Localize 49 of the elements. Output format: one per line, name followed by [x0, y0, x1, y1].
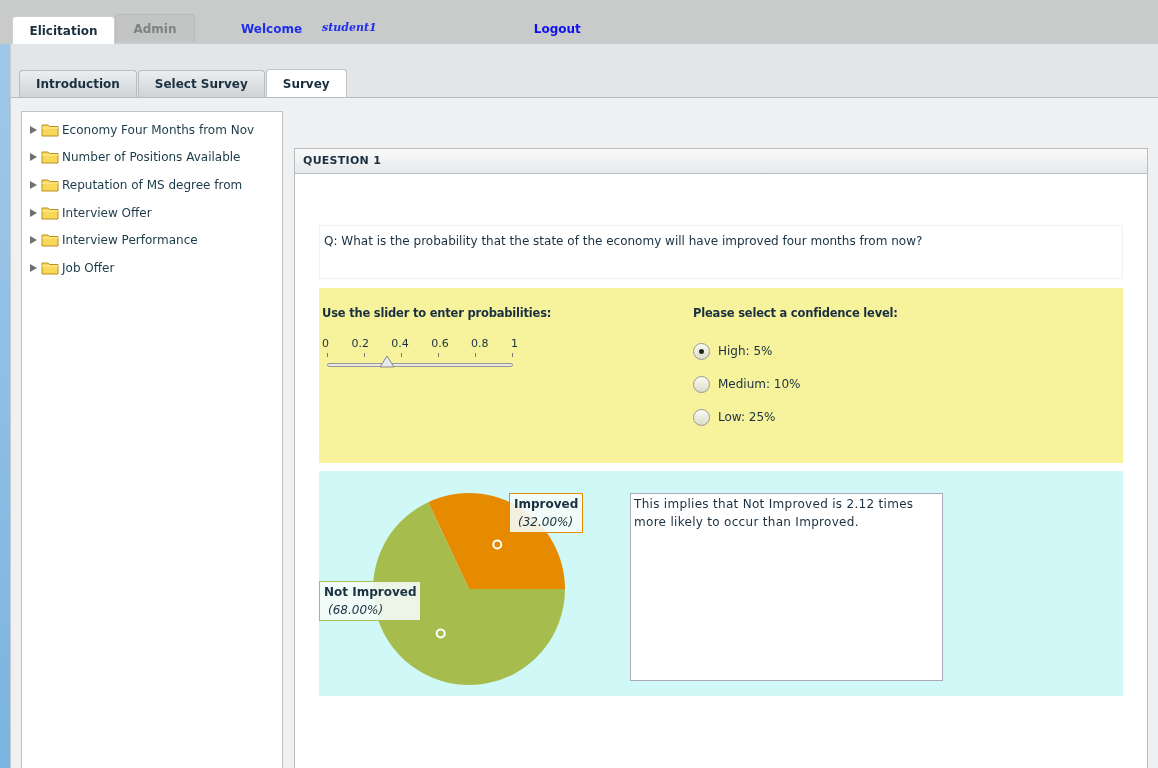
tree-item-label: Interview Performance	[62, 232, 198, 250]
explanation-field[interactable]: This implies that Not Improved is 2.12 times more likely to occur than Improved.	[630, 493, 943, 681]
radio-button[interactable]	[693, 342, 710, 360]
radio-button[interactable]	[693, 408, 710, 426]
question-title: QUESTION 1	[303, 152, 382, 169]
callout-title: Improved	[514, 496, 579, 513]
tree-item[interactable]: Job Offer	[22, 253, 282, 282]
tree-item[interactable]: Interview Performance	[22, 226, 282, 254]
slider-label: Use the slider to enter probabilities:	[322, 305, 553, 322]
tick-label: 1	[510, 336, 518, 353]
welcome-label: Welcome	[241, 21, 303, 38]
point-marker-icon	[435, 628, 446, 639]
tick-label: 0.4	[391, 336, 409, 353]
folder-icon	[41, 205, 59, 220]
radio-button[interactable]	[693, 375, 710, 393]
tree-item-label: Economy Four Months from Nov	[62, 121, 255, 139]
tree-item[interactable]: Number of Positions Available	[22, 143, 282, 172]
tick-label: 0.2	[351, 336, 369, 353]
folder-icon	[41, 233, 59, 248]
username: student1	[322, 20, 377, 36]
tree-item-label: Interview Offer	[62, 204, 152, 222]
slider-thumb[interactable]	[378, 354, 395, 368]
callout-value: (32.00%)	[517, 514, 575, 531]
tree-item[interactable]: Reputation of MS degree from	[22, 171, 282, 199]
tree-item[interactable]: Interview Offer	[22, 198, 282, 227]
tree-item-label: Job Offer	[62, 259, 115, 277]
tab[interactable]: Select Survey	[137, 70, 265, 97]
callout-value: (68.00%)	[327, 602, 385, 619]
tick-label: 0.8	[471, 336, 489, 353]
question-text: Q: What is the probability that the state of the economy will have improved four months from now?	[324, 233, 923, 250]
radio-label: High: 5%	[718, 343, 773, 361]
callout-title: Not Improved	[324, 584, 417, 601]
radio-label: Medium: 10%	[718, 376, 801, 394]
tree-item-label: Number of Positions Available	[62, 149, 241, 167]
point-marker-icon	[492, 539, 503, 550]
folder-icon	[41, 260, 59, 275]
tree-item-label: Reputation of MS degree from	[62, 177, 243, 194]
tab[interactable]: Introduction	[19, 70, 137, 97]
folder-icon	[41, 122, 59, 137]
confidence-label: Please select a confidence level:	[693, 305, 898, 322]
tree-item[interactable]: Economy Four Months from Nov	[22, 116, 282, 144]
folder-icon	[41, 178, 59, 192]
tick-label: 0.6	[431, 336, 449, 353]
logout-link[interactable]: Logout	[533, 20, 581, 38]
tab[interactable]: Survey	[265, 69, 347, 97]
folder-icon	[41, 150, 59, 165]
tick-label: 0	[322, 336, 329, 353]
tab[interactable]: Elicitation	[12, 16, 115, 44]
radio-label: Low: 25%	[718, 409, 776, 427]
